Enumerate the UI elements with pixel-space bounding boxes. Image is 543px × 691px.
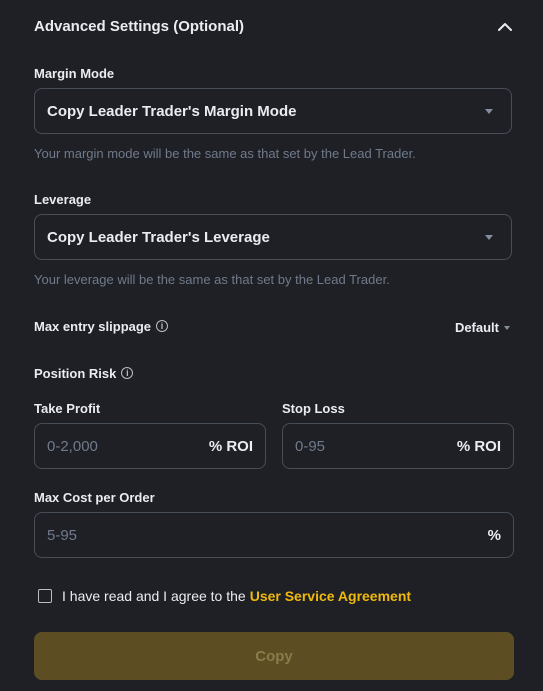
max-cost-label: Max Cost per Order	[34, 490, 155, 505]
slippage-dropdown[interactable]: Default	[455, 320, 510, 335]
leverage-helper: Your leverage will be the same as that s…	[34, 272, 390, 287]
stop-loss-label: Stop Loss	[282, 401, 345, 416]
leverage-value: Copy Leader Trader's Leverage	[47, 228, 270, 246]
margin-mode-helper: Your margin mode will be the same as tha…	[34, 146, 416, 161]
slippage-value: Default	[454, 320, 499, 335]
max-cost-unit: %	[487, 526, 501, 544]
stop-loss-field[interactable]: % ROI	[282, 423, 514, 469]
margin-mode-value: Copy Leader Trader's Margin Mode	[47, 102, 297, 120]
margin-mode-label: Margin Mode	[34, 66, 115, 81]
slippage-label-row: Max entry slippage i	[34, 319, 169, 334]
slippage-label: Max entry slippage	[34, 319, 152, 334]
chevron-up-icon[interactable]	[496, 17, 514, 35]
take-profit-label: Take Profit	[34, 401, 101, 416]
take-profit-field[interactable]: % ROI	[34, 423, 266, 469]
agreement-text: I have read and I agree to the	[62, 588, 246, 604]
take-profit-unit: % ROI	[208, 437, 253, 455]
leverage-label: Leverage	[34, 192, 92, 207]
info-icon[interactable]: i	[121, 366, 134, 379]
take-profit-input[interactable]	[47, 437, 187, 455]
advanced-settings-header[interactable]: Advanced Settings (Optional)	[34, 0, 514, 52]
caret-down-icon	[504, 325, 510, 330]
stop-loss-input[interactable]	[295, 437, 435, 455]
user-service-agreement-link[interactable]: User Service Agreement	[250, 588, 411, 604]
position-risk-label-row: Position Risk i	[34, 366, 134, 381]
max-cost-field[interactable]: %	[34, 512, 514, 558]
stop-loss-unit: % ROI	[456, 437, 501, 455]
leverage-select[interactable]: Copy Leader Trader's Leverage	[34, 214, 512, 260]
agreement-row: I have read and I agree to the User Serv…	[38, 588, 411, 604]
agreement-checkbox[interactable]	[38, 589, 52, 603]
max-cost-input[interactable]	[47, 526, 187, 544]
caret-down-icon	[485, 234, 493, 240]
copy-button[interactable]: Copy	[34, 632, 514, 680]
section-title: Advanced Settings (Optional)	[34, 17, 245, 35]
caret-down-icon	[485, 108, 493, 114]
info-icon[interactable]: i	[156, 319, 169, 332]
advanced-settings-panel: Advanced Settings (Optional) Margin Mode…	[0, 0, 543, 691]
margin-mode-select[interactable]: Copy Leader Trader's Margin Mode	[34, 88, 512, 134]
position-risk-label: Position Risk	[34, 366, 117, 381]
